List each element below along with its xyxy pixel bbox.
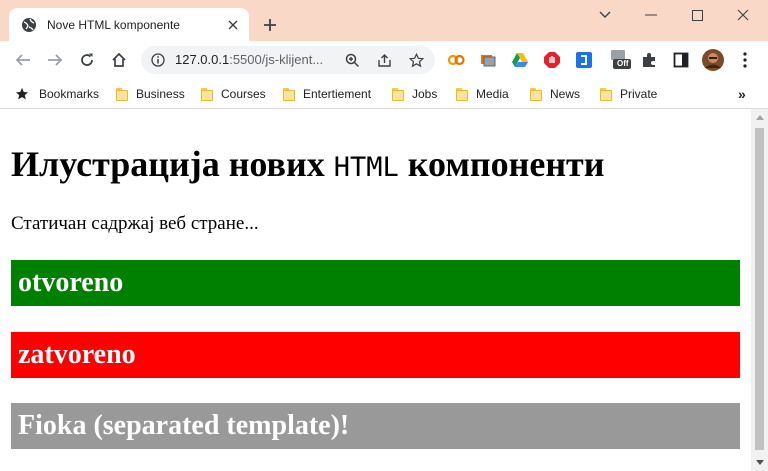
tab-title: Nove HTML komponente bbox=[47, 17, 180, 32]
screen-capture-icon[interactable] bbox=[479, 51, 497, 69]
minimize-button[interactable] bbox=[628, 4, 674, 26]
bookmark-star-icon[interactable] bbox=[408, 52, 424, 68]
bookmark-folder-entertiement[interactable]: Entertiement bbox=[283, 85, 371, 103]
folder-icon bbox=[456, 87, 468, 101]
scrollbar-thumb[interactable] bbox=[755, 128, 764, 450]
maximize-button[interactable] bbox=[674, 4, 720, 26]
profile-avatar[interactable] bbox=[702, 49, 724, 71]
panel-zatvoreno[interactable]: zatvoreno bbox=[11, 332, 740, 378]
close-tab-icon[interactable] bbox=[223, 15, 243, 35]
folder-icon bbox=[201, 87, 213, 101]
panel-fioka[interactable]: Fioka (separated template)! bbox=[11, 403, 740, 449]
bookmarks-bar: Bookmarks Business Courses Entertiement … bbox=[0, 79, 768, 109]
bookmark-folder-business[interactable]: Business bbox=[116, 85, 185, 103]
bracket-extension-icon[interactable] bbox=[575, 51, 593, 69]
globe-icon bbox=[21, 17, 37, 33]
bookmark-folder-courses[interactable]: Courses bbox=[201, 85, 266, 103]
scroll-up-arrow-icon[interactable] bbox=[751, 109, 768, 126]
chevron-down-icon[interactable] bbox=[582, 4, 628, 26]
more-menu-icon[interactable] bbox=[736, 51, 754, 69]
bookmark-folder-media[interactable]: Media bbox=[456, 85, 509, 103]
share-icon[interactable] bbox=[376, 52, 392, 68]
static-content-text: Статичан садржај веб стране... bbox=[11, 213, 259, 234]
folder-icon bbox=[116, 87, 128, 101]
address-bar[interactable]: 127.0.0.1:5500/js-klijent... bbox=[141, 46, 435, 74]
puzzle-icon[interactable] bbox=[640, 51, 658, 69]
close-window-button[interactable] bbox=[720, 4, 766, 26]
folder-icon bbox=[283, 87, 295, 101]
scroll-down-arrow-icon[interactable] bbox=[751, 454, 768, 471]
bookmarks-manager[interactable]: Bookmarks bbox=[15, 85, 99, 103]
bookmark-folder-news[interactable]: News bbox=[530, 85, 580, 103]
reload-button[interactable] bbox=[77, 50, 97, 70]
zoom-icon[interactable] bbox=[344, 52, 360, 68]
folder-icon bbox=[392, 87, 404, 101]
vertical-scrollbar[interactable] bbox=[751, 109, 768, 471]
site-info-icon[interactable] bbox=[150, 52, 166, 68]
title-bar: Nove HTML komponente bbox=[0, 0, 768, 41]
folder-icon bbox=[530, 87, 542, 101]
page-viewport: Илустрација нових HTML компоненти Статич… bbox=[0, 109, 751, 471]
new-tab-button[interactable] bbox=[260, 15, 280, 35]
back-button[interactable] bbox=[13, 50, 33, 70]
star-icon bbox=[15, 87, 29, 100]
bookmark-folder-jobs[interactable]: Jobs bbox=[392, 85, 437, 103]
home-button[interactable] bbox=[109, 50, 129, 70]
url-text: 127.0.0.1:5500/js-klijent... bbox=[175, 52, 324, 67]
adblock-icon[interactable] bbox=[543, 51, 561, 69]
bookmark-folder-private[interactable]: Private bbox=[600, 85, 657, 103]
off-extension-icon[interactable]: Off bbox=[609, 50, 633, 69]
forward-button[interactable] bbox=[45, 50, 65, 70]
browser-tab[interactable]: Nove HTML komponente bbox=[9, 8, 249, 41]
google-drive-icon[interactable] bbox=[511, 51, 529, 69]
folder-icon bbox=[600, 87, 612, 101]
off-badge: Off bbox=[617, 59, 629, 68]
browser-toolbar: 127.0.0.1:5500/js-klijent... Off bbox=[0, 41, 768, 79]
bookmarks-overflow-button[interactable]: » bbox=[738, 85, 746, 103]
panel-otvoreno[interactable]: otvoreno bbox=[11, 260, 740, 306]
cc-extension-icon[interactable] bbox=[447, 51, 465, 69]
side-panel-icon[interactable] bbox=[672, 51, 690, 69]
page-title: Илустрација нових HTML компоненти bbox=[11, 144, 605, 184]
